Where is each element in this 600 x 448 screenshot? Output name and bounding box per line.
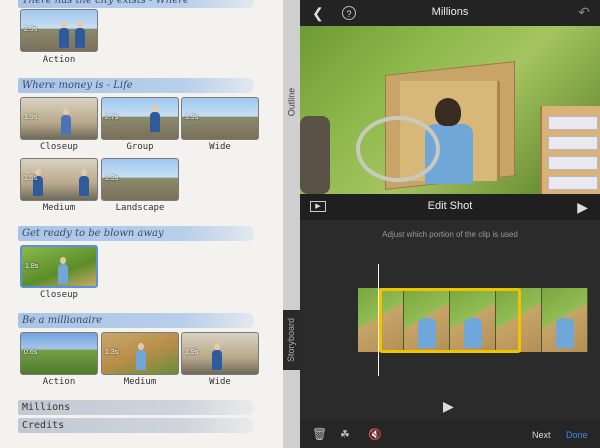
shot-label: Action <box>42 55 76 65</box>
shot-landscape[interactable]: 1.3s <box>101 158 179 201</box>
shot-label: Landscape <box>115 203 165 213</box>
shot-action-1[interactable]: 2.9s <box>20 9 98 52</box>
section-header-where[interactable]: There has the city exists - Where <box>18 0 254 8</box>
shot-group[interactable]: 2.7s <box>101 97 179 140</box>
shot-duration: 0.6s <box>24 349 38 356</box>
section-header-credits[interactable]: Credits <box>18 418 254 433</box>
scene-hoop <box>356 116 440 182</box>
section-header-millions[interactable]: Millions <box>18 400 254 415</box>
shot-label: Action <box>42 377 76 387</box>
shot-closeup-selected[interactable]: 1.8s <box>20 245 98 288</box>
shot-label: Group <box>126 142 154 152</box>
thumbnail-figure <box>212 343 222 370</box>
playhead[interactable] <box>378 264 379 376</box>
thumbnail-figure <box>75 21 85 48</box>
play-icon[interactable]: ▶ <box>577 200 588 214</box>
shot-duration: 1.3s <box>105 175 119 182</box>
shot-wide-2[interactable]: 1.9s <box>181 332 259 375</box>
scene-wheel <box>300 116 330 194</box>
play-button-icon[interactable]: ▶ <box>443 398 454 415</box>
trim-selection-handle[interactable] <box>379 288 521 353</box>
thumbnail-figure <box>58 257 68 284</box>
shot-medium[interactable]: 1.5s <box>20 158 98 201</box>
trash-icon[interactable]: 🗑 <box>312 427 327 441</box>
shot-duration: 1.9s <box>185 114 199 121</box>
thumbnail-figure <box>59 21 69 48</box>
bottom-toolbar: 🗑 ☘ 🔇 Next Done <box>300 420 600 448</box>
tab-outline-label: Outline <box>286 87 297 117</box>
shot-action-2[interactable]: 0.6s <box>20 332 98 375</box>
thumbnail-figure <box>61 108 71 135</box>
shot-closeup[interactable]: 1.9s <box>20 97 98 140</box>
tab-storyboard-label: Storyboard <box>286 317 297 363</box>
shot-label: Wide <box>209 142 231 152</box>
thumbnail-figure <box>150 105 160 132</box>
thumbnail-figure <box>79 169 89 196</box>
shot-duration: 2.7s <box>105 114 119 121</box>
frame-figure <box>556 318 574 348</box>
section-header-get-ready[interactable]: Get ready to be blown away <box>18 226 254 241</box>
tab-outline[interactable]: Outline <box>283 72 300 132</box>
shot-label: Closeup <box>40 290 78 300</box>
edit-shot-bar: ▶ Edit Shot ▶ <box>300 194 600 220</box>
scene-boy-head <box>435 98 461 126</box>
shot-duration: 2.9s <box>24 26 38 33</box>
undo-icon[interactable]: ↶ <box>578 5 590 19</box>
section-header-millionaire[interactable]: Be a millionaire <box>18 313 254 328</box>
edit-shot-label: Edit Shot <box>427 200 473 212</box>
scene-shelf <box>540 106 600 194</box>
section-header-where-money[interactable]: Where money is - Life <box>18 78 254 93</box>
top-bar: ❮ ? Millions ↶ <box>300 0 600 26</box>
view-switcher: Outline Storyboard <box>283 0 300 448</box>
clip-frame <box>542 288 588 352</box>
shot-medium-2[interactable]: 1.3s <box>101 332 179 375</box>
shot-duration: 1.3s <box>105 349 119 356</box>
storyboard-panel: There has the city exists - Where 2.9s A… <box>0 0 283 448</box>
shot-duration: 1.9s <box>185 349 199 356</box>
editor-panel: ❮ ? Millions ↶ ▶ Edit Shot ▶ Adjust whic… <box>300 0 600 448</box>
thumbnail-figure <box>136 343 146 370</box>
shot-label: Medium <box>42 203 76 213</box>
shot-wide[interactable]: 1.9s <box>181 97 259 140</box>
video-preview[interactable] <box>300 26 600 194</box>
next-button[interactable]: Next <box>532 430 551 440</box>
turtle-icon[interactable]: ☘ <box>340 428 350 442</box>
shot-duration: 1.8s <box>25 263 39 270</box>
project-title: Millions <box>431 6 469 18</box>
tab-storyboard[interactable]: Storyboard <box>283 310 300 370</box>
shot-label: Medium <box>123 377 157 387</box>
shot-duration: 1.5s <box>24 175 38 182</box>
shot-label: Wide <box>209 377 231 387</box>
done-button[interactable]: Done <box>566 430 588 440</box>
trim-help-text: Adjust which portion of the clip is used <box>382 230 518 239</box>
shot-duration: 1.9s <box>24 114 38 121</box>
mute-icon[interactable]: 🔇 <box>368 428 382 442</box>
shot-label: Closeup <box>40 142 78 152</box>
